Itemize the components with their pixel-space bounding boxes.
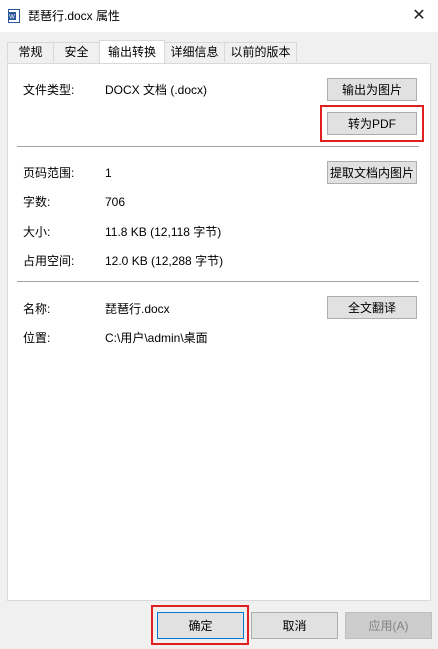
divider (17, 146, 419, 147)
pdf-button-highlight (320, 105, 424, 142)
ok-button-highlight (151, 605, 249, 645)
title-bar: W 琵琶行.docx 属性 ✕ (0, 0, 438, 32)
name-label: 名称: (23, 302, 51, 316)
export-image-button[interactable]: 输出为图片 (327, 78, 417, 101)
tab-details[interactable]: 详细信息 (164, 42, 225, 62)
size-value: 11.8 KB (12,118 字节) (105, 225, 222, 239)
translate-button[interactable]: 全文翻译 (327, 296, 417, 319)
name-value: 琵琶行.docx (105, 302, 170, 316)
tab-security[interactable]: 安全 (53, 42, 100, 62)
disk-size-value: 12.0 KB (12,288 字节) (105, 254, 224, 268)
word-count-label: 字数: (23, 195, 51, 209)
location-value: C:\用户\admin\桌面 (105, 331, 208, 345)
size-label: 大小: (23, 225, 51, 239)
apply-button[interactable]: 应用(A) (345, 612, 432, 639)
page-range-label: 页码范围: (23, 166, 75, 180)
disk-size-label: 占用空间: (23, 254, 75, 268)
file-type-label: 文件类型: (23, 83, 75, 97)
divider (17, 281, 419, 282)
svg-text:W: W (9, 15, 15, 21)
word-document-icon: W (8, 9, 20, 23)
word-count-value: 706 (105, 195, 126, 209)
page-range-value: 1 (105, 166, 112, 180)
tab-output-conversion[interactable]: 输出转换 (99, 40, 165, 63)
window-title: 琵琶行.docx 属性 (28, 9, 121, 23)
tab-general[interactable]: 常规 (7, 42, 54, 62)
tab-previous-versions[interactable]: 以前的版本 (224, 42, 297, 62)
cancel-button[interactable]: 取消 (251, 612, 338, 639)
extract-images-button[interactable]: 提取文档内图片 (327, 161, 417, 184)
close-icon[interactable]: ✕ (408, 5, 430, 27)
tab-panel: 文件类型: DOCX 文档 (.docx) 输出为图片 转为PDF 页码范围: … (7, 63, 431, 601)
location-label: 位置: (23, 331, 51, 345)
file-type-value: DOCX 文档 (.docx) (105, 83, 208, 97)
